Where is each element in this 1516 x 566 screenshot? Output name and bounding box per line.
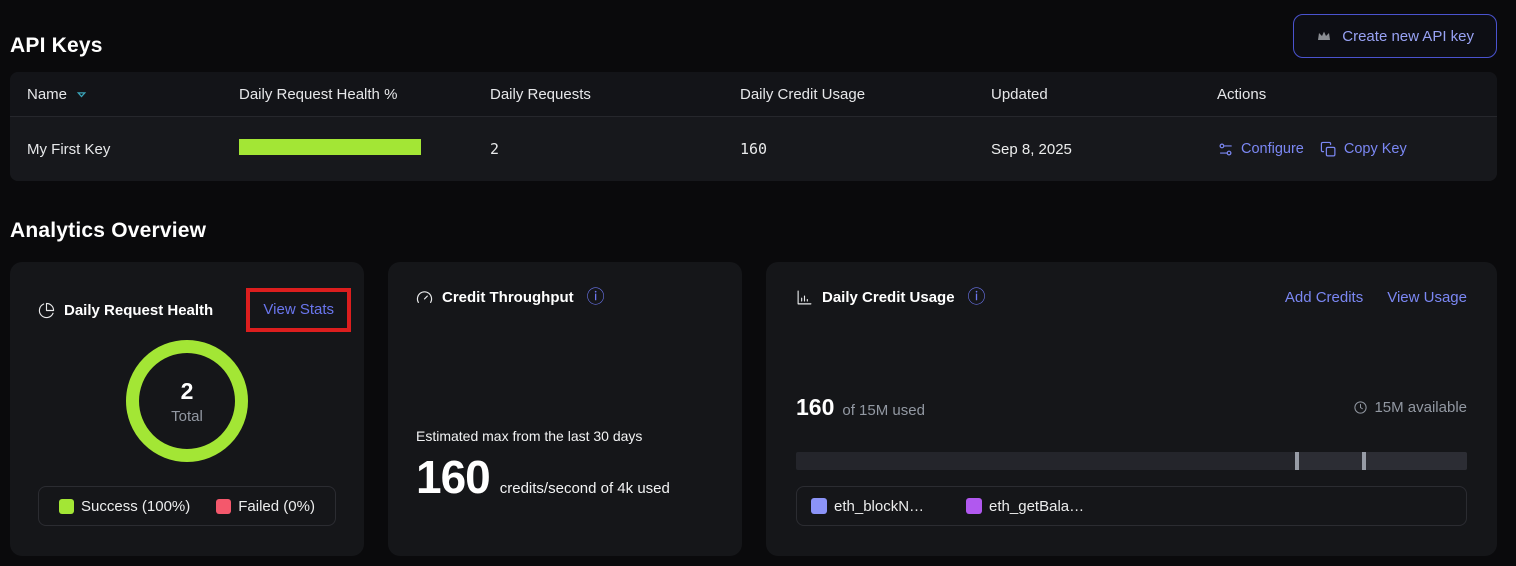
request-health-donut-chart: 2 Total <box>126 340 248 462</box>
daily-credit-usage-value: 160 <box>740 140 991 158</box>
daily-credit-usage-card: Daily Credit Usage ⓘ Add Credits View Us… <box>766 262 1497 556</box>
eth-getbalance-swatch <box>966 498 982 514</box>
view-stats-link[interactable]: View Stats <box>263 301 334 318</box>
credit-throughput-card: Credit Throughput ⓘ Estimated max from t… <box>388 262 742 556</box>
progress-tick-marker <box>1362 452 1366 470</box>
throughput-value: 160 <box>416 454 490 500</box>
failed-swatch <box>216 499 231 514</box>
credits-available-label: 15M available <box>1374 399 1467 416</box>
health-percent-bar <box>239 139 421 155</box>
create-new-api-key-label: Create new API key <box>1342 28 1474 45</box>
table-row: My First Key 2 160 Sep 8, 2025 Configure… <box>10 117 1497 181</box>
api-keys-table: Name Daily Request Health % Daily Reques… <box>10 72 1497 181</box>
legend-success: Success (100%) <box>59 498 190 515</box>
copy-key-button[interactable]: Copy Key <box>1320 141 1407 158</box>
clock-icon <box>1353 400 1368 415</box>
analytics-overview-title: Analytics Overview <box>10 219 1497 243</box>
pie-chart-icon <box>38 302 55 319</box>
updated-date: Sep 8, 2025 <box>991 141 1217 158</box>
card-title: Credit Throughput <box>442 289 574 306</box>
info-icon[interactable]: ⓘ <box>968 288 986 306</box>
column-header-name[interactable]: Name <box>27 86 239 103</box>
column-header-actions: Actions <box>1217 86 1497 103</box>
actions-cell: Configure Copy Key <box>1217 141 1497 158</box>
configure-button[interactable]: Configure <box>1217 141 1304 158</box>
add-credits-link[interactable]: Add Credits <box>1285 289 1363 306</box>
legend-failed: Failed (0%) <box>216 498 315 515</box>
card-title: Daily Request Health <box>64 302 213 319</box>
api-key-name: My First Key <box>27 141 239 158</box>
create-new-api-key-button[interactable]: Create new API key <box>1293 14 1497 58</box>
daily-request-health-card: Daily Request Health View Stats 2 Total … <box>10 262 364 556</box>
daily-requests-value: 2 <box>490 140 740 158</box>
donut-total-label: Total <box>171 408 203 425</box>
copy-icon <box>1320 141 1337 158</box>
throughput-suffix: credits/second of 4k used <box>500 480 670 497</box>
view-usage-link[interactable]: View Usage <box>1387 289 1467 306</box>
progress-tick-marker <box>1295 452 1299 470</box>
credits-used-value: 160 <box>796 394 834 421</box>
column-header-daily-credit-usage: Daily Credit Usage <box>740 86 991 103</box>
page-title: API Keys <box>10 34 103 58</box>
annotation-highlight-box: View Stats <box>246 288 351 332</box>
sort-chevron-icon[interactable] <box>75 88 88 101</box>
usage-legend: eth_blockN… eth_getBala… <box>796 486 1467 526</box>
legend-eth-blocknumber: eth_blockN… <box>811 498 924 515</box>
gauge-icon <box>416 289 433 306</box>
throughput-subtitle: Estimated max from the last 30 days <box>416 428 642 444</box>
credits-used-suffix: of 15M used <box>842 402 925 419</box>
health-legend: Success (100%) Failed (0%) <box>38 486 336 526</box>
success-swatch <box>59 499 74 514</box>
info-icon[interactable]: ⓘ <box>587 288 605 306</box>
legend-eth-getbalance: eth_getBala… <box>966 498 1084 515</box>
crown-icon <box>1316 28 1332 44</box>
topbar: API Keys Create new API key <box>10 0 1497 58</box>
column-header-health: Daily Request Health % <box>239 86 490 103</box>
analytics-cards: Daily Request Health View Stats 2 Total … <box>10 262 1497 556</box>
table-header-row: Name Daily Request Health % Daily Reques… <box>10 72 1497 117</box>
eth-blocknumber-swatch <box>811 498 827 514</box>
dashboard: API Keys Create new API key Name Daily R… <box>0 0 1516 566</box>
column-header-daily-requests: Daily Requests <box>490 86 740 103</box>
bar-chart-icon <box>796 289 813 306</box>
column-header-updated: Updated <box>991 86 1217 103</box>
credit-usage-progress-bar <box>796 452 1467 470</box>
card-title: Daily Credit Usage <box>822 289 955 306</box>
donut-total-value: 2 <box>181 378 194 405</box>
sliders-icon <box>1217 141 1234 158</box>
